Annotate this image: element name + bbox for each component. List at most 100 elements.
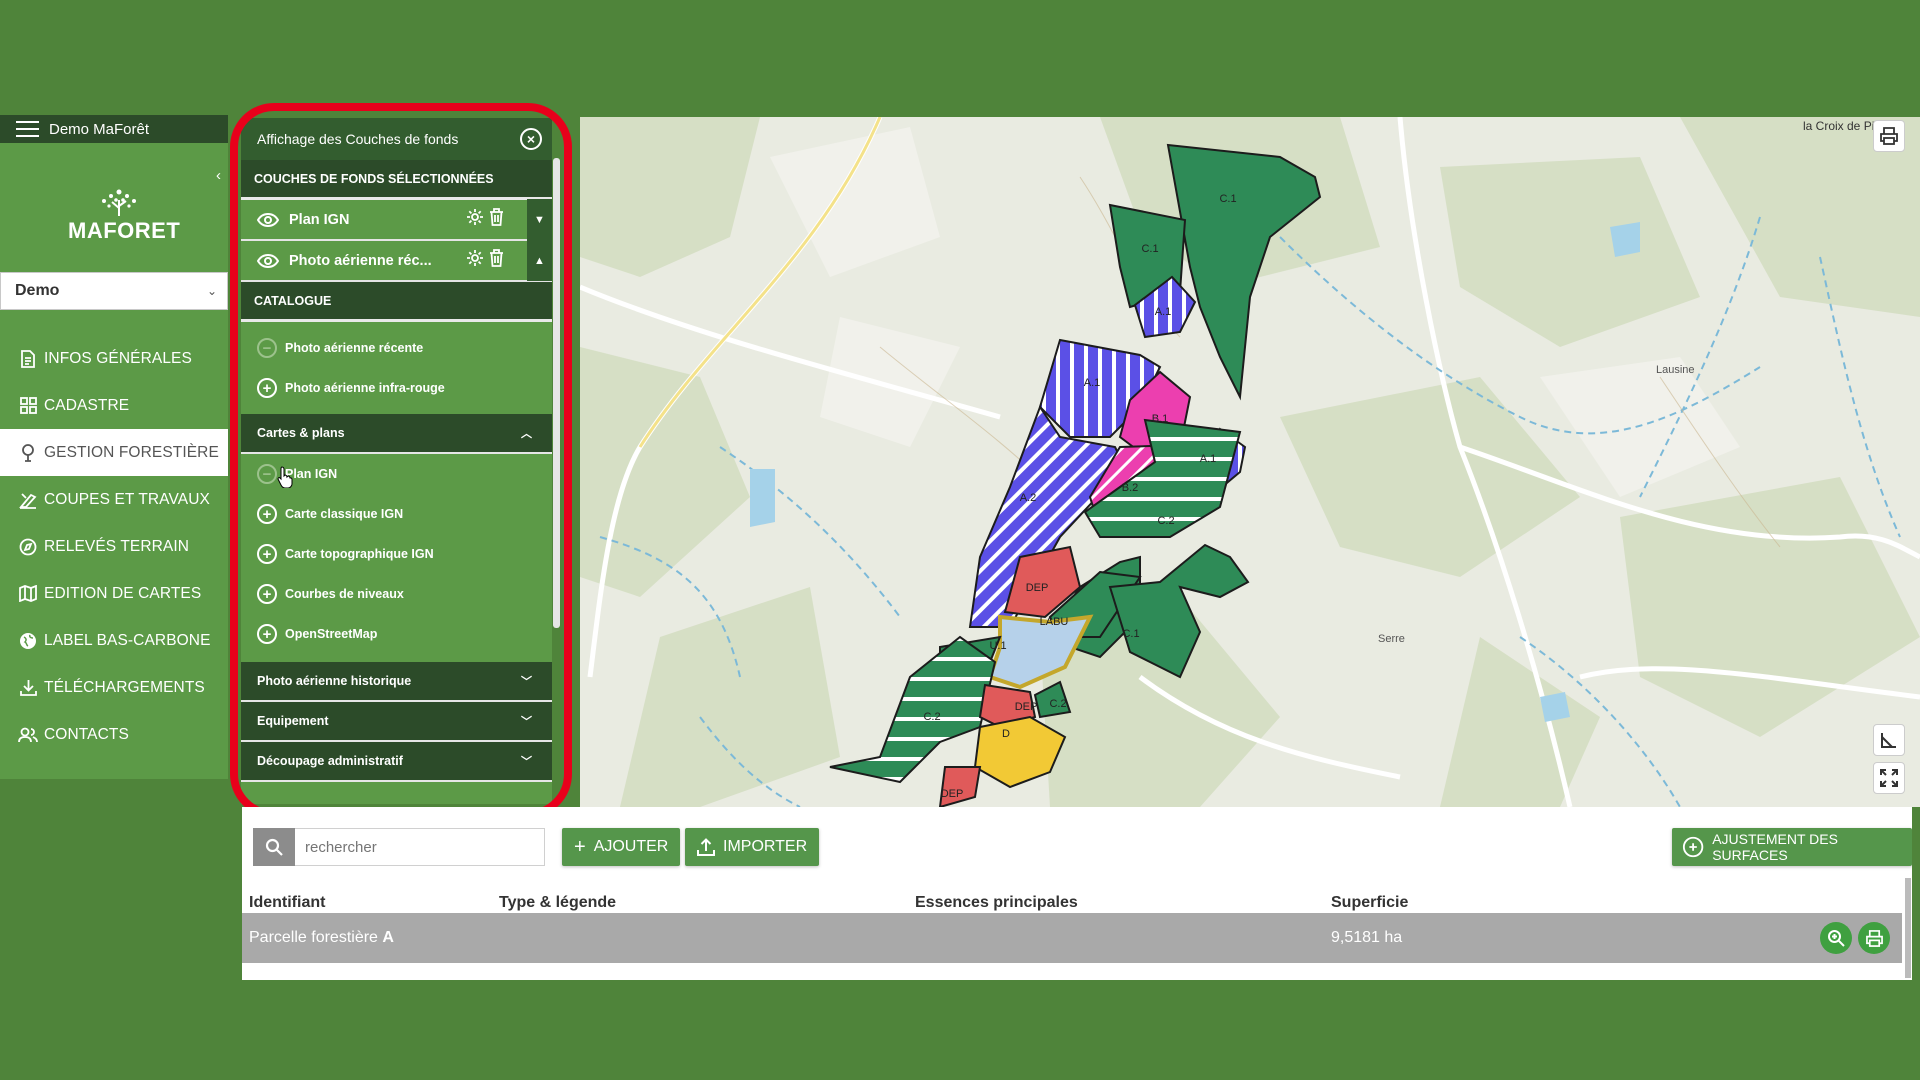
- plus-circle-icon[interactable]: +: [257, 624, 277, 644]
- close-icon[interactable]: ×: [520, 128, 542, 150]
- nav-item-label: CONTACTS: [44, 725, 129, 743]
- parcel-label: A.1: [1084, 377, 1101, 389]
- group-label: Cartes & plans: [257, 426, 345, 440]
- catalogue-item[interactable]: + Carte classique IGN: [241, 494, 552, 534]
- search-input[interactable]: [295, 828, 545, 866]
- nav-item-label: LABEL BAS-CARBONE: [44, 631, 211, 649]
- adjust-surfaces-button[interactable]: AJUSTEMENT DES SURFACES: [1672, 828, 1912, 866]
- main-nav: INFOS GÉNÉRALES CADASTRE GESTION FORESTI…: [0, 335, 228, 758]
- parcel-label: DEP: [1015, 701, 1038, 713]
- group-label: Découpage administratif: [257, 754, 403, 768]
- eye-icon[interactable]: [257, 253, 279, 268]
- trash-icon[interactable]: [489, 208, 504, 231]
- print-map-button[interactable]: [1873, 120, 1905, 152]
- nav-item-edition-cartes[interactable]: EDITION DE CARTES: [0, 570, 228, 617]
- plus-circle-icon[interactable]: +: [257, 584, 277, 604]
- compass-icon: [18, 538, 38, 556]
- parcel-label: A.1: [1155, 306, 1172, 318]
- column-header: Identifiant: [249, 894, 326, 911]
- app-title: Demo MaForêt: [49, 120, 150, 138]
- map-canvas[interactable]: C.1 C.1 A.1 A.1 B.1 A.1 A.2 B.2 C.2 DEP …: [580, 117, 1920, 807]
- selected-layer-name: Plan IGN: [289, 211, 350, 228]
- catalogue-heading: CATALOGUE: [241, 282, 552, 322]
- globe-icon: [18, 632, 38, 650]
- tree-icon: [18, 443, 38, 462]
- ruler-angle-icon: [1881, 733, 1896, 748]
- nav-item-infos-generales[interactable]: INFOS GÉNÉRALES: [0, 335, 228, 382]
- chevron-down-icon[interactable]: ▼: [527, 199, 552, 240]
- catalogue-item[interactable]: + Carte topographique IGN: [241, 534, 552, 574]
- nav-item-releves-terrain[interactable]: RELEVÉS TERRAIN: [0, 523, 228, 570]
- trash-icon[interactable]: [489, 249, 504, 272]
- nav-item-label: GESTION FORESTIÈRE: [44, 443, 219, 461]
- fullscreen-icon: [1880, 769, 1898, 787]
- print-row-button[interactable]: [1858, 922, 1890, 954]
- plus-circle-icon[interactable]: +: [257, 378, 277, 398]
- table-row[interactable]: Parcelle forestière A 9,5181 ha: [242, 913, 1902, 963]
- group-label: Equipement: [257, 714, 329, 728]
- search-icon[interactable]: [253, 828, 295, 866]
- table-scrollbar[interactable]: [1905, 878, 1911, 978]
- catalogue-item[interactable]: + Photo aérienne infra-rouge: [241, 368, 552, 408]
- plus-circle-icon[interactable]: +: [257, 544, 277, 564]
- nav-item-gestion-forestiere[interactable]: GESTION FORESTIÈRE: [0, 429, 228, 476]
- zoom-in-icon: [1828, 930, 1845, 947]
- plus-circle-icon[interactable]: +: [257, 504, 277, 524]
- group-decoupage-administratif[interactable]: Découpage administratif ﹀: [241, 742, 552, 782]
- catalogue-item[interactable]: + OpenStreetMap: [241, 614, 552, 654]
- minus-circle-icon[interactable]: −: [257, 338, 277, 358]
- panel-scrollbar[interactable]: [553, 158, 560, 628]
- catalogue-item-label: Courbes de niveaux: [285, 587, 404, 601]
- import-button[interactable]: IMPORTER: [685, 828, 820, 866]
- parcel-label: C.2: [1049, 698, 1066, 710]
- minus-circle-icon[interactable]: −: [257, 464, 277, 484]
- app-topbar: Demo MaForêt: [0, 115, 228, 143]
- gear-icon[interactable]: [466, 208, 484, 231]
- map-place-label: Lausine: [1656, 364, 1695, 376]
- hamburger-menu-icon[interactable]: [16, 121, 39, 137]
- add-button-label: AJOUTER: [593, 838, 669, 855]
- nav-item-label-bas-carbone[interactable]: LABEL BAS-CARBONE: [0, 617, 228, 664]
- zoom-row-button[interactable]: [1820, 922, 1852, 954]
- parcel-label: B.2: [1122, 482, 1139, 494]
- group-equipement[interactable]: Equipement ﹀: [241, 702, 552, 742]
- add-button[interactable]: + AJOUTER: [562, 828, 681, 866]
- row-identifiant: Parcelle forestière A: [249, 929, 394, 947]
- adjust-surfaces-icon: [1682, 836, 1704, 858]
- nav-item-contacts[interactable]: CONTACTS: [0, 711, 228, 758]
- collapse-sidebar-icon[interactable]: ‹: [216, 167, 221, 184]
- group-photo-historique[interactable]: Photo aérienne historique ﹀: [241, 662, 552, 702]
- selected-layers-heading: COUCHES DE FONDS SÉLECTIONNÉES: [241, 160, 552, 200]
- catalogue-item-label: OpenStreetMap: [285, 627, 378, 641]
- map-place-label: la Croix de Pi: [1803, 119, 1875, 133]
- row-identifiant-text: Parcelle forestière: [249, 929, 378, 946]
- map-place-label: Serre: [1378, 633, 1405, 645]
- import-button-label: IMPORTER: [723, 838, 808, 855]
- nav-item-coupes-travaux[interactable]: COUPES ET TRAVAUX: [0, 476, 228, 523]
- catalogue-item-label: Photo aérienne récente: [285, 341, 424, 355]
- row-superficie: 9,5181 ha: [1331, 929, 1403, 946]
- parcel-label: C.1: [1219, 193, 1236, 205]
- project-select[interactable]: Demo ⌄: [0, 272, 228, 310]
- group-label: Photo aérienne historique: [257, 674, 412, 688]
- nav-item-cadastre[interactable]: CADASTRE: [0, 382, 228, 429]
- chevron-up-icon[interactable]: ▲: [527, 240, 552, 281]
- map-icon: [18, 585, 38, 602]
- selected-layer-item[interactable]: Plan IGN ▼: [241, 199, 552, 241]
- parcel-label: DEP: [941, 788, 964, 800]
- measure-button[interactable]: [1873, 724, 1905, 756]
- group-cartes-plans[interactable]: Cartes & plans ︿: [241, 414, 552, 454]
- catalogue-item[interactable]: + Courbes de niveaux: [241, 574, 552, 614]
- gear-icon[interactable]: [466, 249, 484, 272]
- nav-item-telechargements[interactable]: TÉLÉCHARGEMENTS: [0, 664, 228, 711]
- map-view[interactable]: C.1 C.1 A.1 A.1 B.1 A.1 A.2 B.2 C.2 DEP …: [580, 117, 1920, 807]
- eye-icon[interactable]: [257, 212, 279, 227]
- fullscreen-button[interactable]: [1873, 762, 1905, 794]
- selected-layer-item[interactable]: Photo aérienne réc... ▲: [241, 240, 552, 282]
- nav-item-label: EDITION DE CARTES: [44, 584, 202, 602]
- catalogue-item[interactable]: − Photo aérienne récente: [241, 328, 552, 368]
- parcel-label: B.1: [1152, 413, 1169, 425]
- selected-layer-name: Photo aérienne réc...: [289, 252, 432, 269]
- parcel-label: D: [1002, 728, 1010, 740]
- chevron-down-icon: ﹀: [521, 676, 532, 688]
